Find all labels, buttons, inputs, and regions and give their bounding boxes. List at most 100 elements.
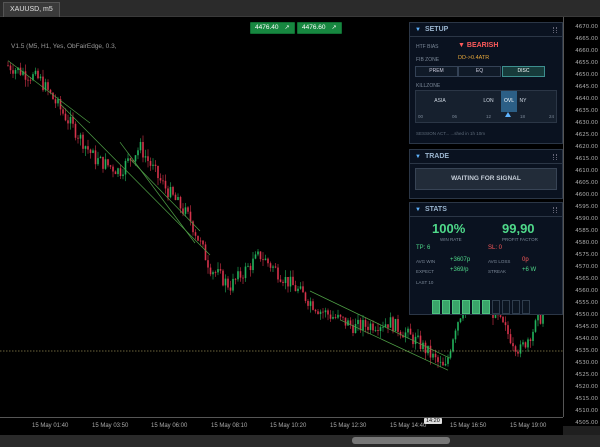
candle-body (259, 251, 262, 260)
candle-body (369, 323, 372, 330)
horizontal-scrollbar[interactable] (0, 435, 600, 447)
price-button-1[interactable]: 4476.40 ↗ (250, 22, 295, 34)
killzone-ny[interactable]: NY (517, 91, 529, 112)
candle-body (447, 357, 449, 364)
candle-body (64, 113, 67, 121)
candle-body (199, 240, 202, 242)
price-scale[interactable]: 4670.00 4665.00 4660.00 4655.00 4650.00 4645.… (563, 17, 600, 426)
time-label: 15 May 10:20 (270, 423, 307, 429)
price-button-2[interactable]: 4476.60 ↗ (297, 22, 342, 34)
time-label: 15 May 19:00 (510, 423, 547, 429)
price-tick: 4665.00 (575, 36, 598, 42)
fib-prem-button[interactable]: PREM (415, 66, 458, 77)
candle-body (374, 330, 377, 331)
candle-body (459, 318, 462, 323)
candle-body (397, 318, 399, 332)
last10-cell (472, 300, 480, 314)
candle-body (9, 65, 12, 71)
candle-body (272, 266, 274, 268)
candle-body (454, 330, 457, 340)
candle-body (312, 301, 314, 310)
candle-body (387, 324, 389, 328)
drag-handle-icon[interactable] (553, 27, 557, 33)
candle-body (62, 109, 64, 114)
candle-body (224, 278, 227, 286)
candle-body (197, 235, 199, 241)
candle-body (354, 324, 357, 333)
candle-body (282, 281, 284, 284)
candle-body (29, 79, 32, 81)
candle-body (159, 178, 162, 181)
candle-body (79, 134, 82, 139)
setup-header[interactable]: ▼ SETUP (410, 23, 562, 37)
killzone-ovl[interactable]: OVL (501, 91, 517, 112)
killzone-asia[interactable]: ASIA (420, 91, 460, 112)
trend-line[interactable] (119, 141, 196, 244)
tp-count: TP: 6 (416, 245, 431, 251)
price-tick: 4600.00 (575, 192, 598, 198)
candle-body (372, 323, 374, 331)
trend-line[interactable] (59, 103, 211, 256)
candle-body (184, 207, 187, 214)
candle-body (167, 188, 169, 198)
candle-body (504, 322, 507, 326)
expect-value: +369/p (450, 267, 469, 273)
price-tick: 4515.00 (575, 396, 598, 402)
candle-body (112, 166, 114, 172)
candle-body (389, 317, 392, 328)
candle-body (382, 326, 384, 328)
candle-body (19, 67, 22, 75)
time-axis[interactable]: 15 May 01:40 15 May 03:50 15 May 06:00 15 M… (0, 417, 563, 435)
stats-header[interactable]: ▼ STATS (410, 203, 562, 217)
trend-line[interactable] (129, 158, 201, 232)
candle-body (202, 240, 204, 245)
candle-body (179, 197, 182, 209)
time-label: 15 May 16:50 (450, 423, 487, 429)
candle-body (252, 258, 254, 271)
price-tick: 4525.00 (575, 372, 598, 378)
candle-body (107, 159, 109, 166)
candle-body (137, 150, 139, 156)
candle-body (439, 361, 442, 363)
sl-count: SL: 0 (488, 245, 503, 251)
scrollbar-thumb[interactable] (352, 437, 450, 444)
price-tick: 4550.00 (575, 312, 598, 318)
time-label: 15 May 08:10 (211, 423, 248, 429)
price-tick: 4635.00 (575, 108, 598, 114)
candle-body (344, 317, 347, 326)
candle-body (437, 357, 439, 362)
win-rate-label: WIN RATE (440, 237, 462, 242)
price-tick: 4660.00 (575, 48, 598, 54)
arrow-up-right-icon: ↗ (284, 25, 290, 31)
candle-body (299, 286, 302, 289)
candle-body (449, 351, 452, 358)
trade-header[interactable]: ▼ TRADE (410, 150, 562, 164)
candle-body (539, 314, 542, 324)
fib-disc-button[interactable]: DISC (502, 66, 545, 77)
drag-handle-icon[interactable] (553, 154, 557, 160)
drag-handle-icon[interactable] (553, 207, 557, 213)
candle-body (527, 339, 529, 348)
candle-body (169, 186, 172, 198)
setup-section: ▼ SETUP HTF BIAS ▼ BEARISH FIB ZONE DD->0… (409, 22, 563, 144)
candle-body (507, 325, 509, 335)
price-tick: 4605.00 (575, 180, 598, 186)
fib-eq-button[interactable]: EQ (458, 66, 501, 77)
candle-body (524, 342, 527, 348)
candle-body (297, 288, 299, 292)
trend-line[interactable] (339, 319, 449, 371)
trend-line[interactable] (7, 60, 91, 124)
candle-body (249, 265, 252, 271)
profit-factor-label: PROFIT FACTOR (502, 237, 538, 242)
candle-body (139, 141, 142, 151)
candle-body (54, 99, 57, 104)
chart-tab[interactable]: XAUUSD, m5 (3, 2, 60, 17)
htf-bias-text: BEARISH (466, 42, 499, 49)
fib-zone-value: DD->0.4ATR (458, 55, 490, 61)
candle-body (517, 351, 519, 354)
killzone-lon[interactable]: LON (476, 91, 501, 112)
candle-body (142, 141, 144, 158)
killzone-timeline: ASIA LON OVL NY 00 06 12 18 24 (415, 90, 557, 123)
candle-body (144, 156, 147, 158)
candle-body (317, 311, 319, 314)
